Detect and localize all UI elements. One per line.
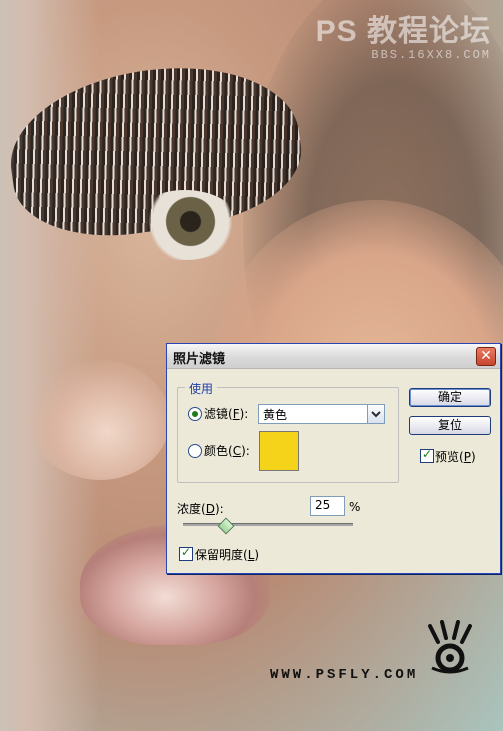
density-slider-thumb[interactable] [217, 517, 235, 535]
filter-label-prefix: 滤镜( [204, 407, 233, 421]
density-label: 浓度(D): [177, 500, 224, 517]
density-input[interactable]: 25 [310, 496, 345, 516]
dialog-titlebar[interactable]: 照片滤镜 ✕ [167, 344, 500, 369]
preview-label[interactable]: 预览(P) [435, 448, 476, 465]
chevron-down-icon [371, 411, 381, 418]
color-label-suffix: ): [241, 444, 250, 458]
preserve-label-suffix: ) [254, 548, 260, 562]
color-radio-label[interactable]: 颜色(C): [204, 442, 250, 459]
preserve-luminosity-checkbox[interactable] [179, 545, 193, 561]
filter-select[interactable]: 黄色 [258, 404, 385, 424]
density-value: 25 [315, 498, 331, 512]
density-label-prefix: 浓度( [177, 502, 206, 516]
filter-label-mnemonic: F [232, 407, 240, 421]
top-watermark: PS 教程论坛 BBS.16XX8.COM [316, 6, 491, 62]
filter-radio[interactable] [188, 407, 202, 421]
photo-filter-dialog: 照片滤镜 ✕ 使用 滤镜(F): 黄色 颜色(C): 确定 复位 预览(P) 浓… [166, 343, 501, 574]
close-icon[interactable]: ✕ [476, 347, 496, 366]
bottom-watermark: WWW.PSFLY.COM [270, 620, 500, 704]
filter-radio-label[interactable]: 滤镜(F): [204, 405, 248, 422]
filter-label-suffix: ): [239, 407, 249, 421]
photo-eye [130, 190, 240, 260]
density-unit: % [349, 500, 361, 514]
top-watermark-url: BBS.16XX8.COM [371, 48, 491, 62]
preview-label-mnemonic: P [463, 450, 471, 464]
color-label-prefix: 颜色( [204, 444, 233, 458]
preserve-luminosity-label[interactable]: 保留明度(L) [195, 546, 259, 563]
filter-select-button[interactable] [367, 405, 384, 423]
color-radio[interactable] [188, 444, 202, 458]
photo-nose [30, 360, 170, 480]
bottom-watermark-site: WWW.PSFLY.COM [270, 667, 419, 683]
density-label-mnemonic: D [205, 502, 215, 516]
color-swatch[interactable] [259, 431, 299, 471]
use-group-label: 使用 [185, 380, 218, 397]
filter-select-value: 黄色 [263, 408, 288, 422]
preview-label-prefix: 预览( [435, 450, 464, 464]
reset-button[interactable]: 复位 [409, 416, 491, 435]
density-slider-track[interactable] [183, 523, 353, 526]
ok-button[interactable]: 确定 [409, 388, 491, 407]
preserve-label-prefix: 保留明度( [195, 548, 248, 562]
psfly-logo-icon [428, 620, 472, 674]
top-watermark-title: PS 教程论坛 [315, 15, 491, 48]
color-label-mnemonic: C [232, 444, 242, 458]
preview-checkbox[interactable] [420, 447, 434, 463]
dialog-title: 照片滤镜 [173, 352, 226, 367]
density-label-suffix: ): [214, 502, 224, 516]
preview-label-suffix: ) [470, 450, 476, 464]
